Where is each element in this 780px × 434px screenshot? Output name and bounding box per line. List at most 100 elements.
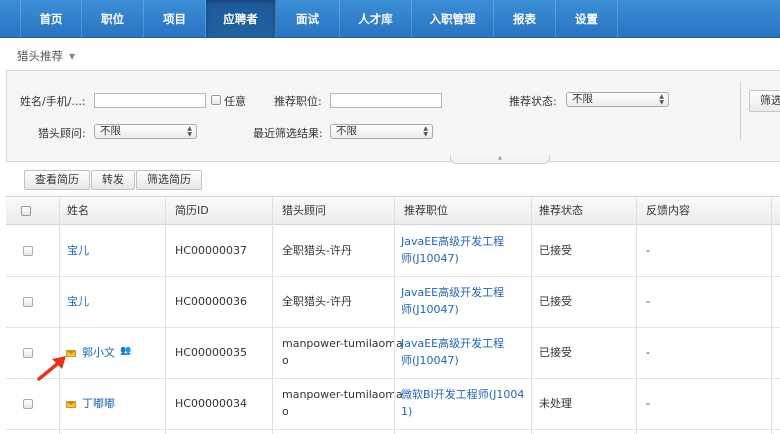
column-divider [272, 196, 273, 434]
col-name[interactable]: 姓名 [67, 197, 89, 224]
col-feedback[interactable]: 反馈内容 [646, 197, 690, 224]
any-checkbox-label: 任意 [224, 95, 246, 108]
breadcrumb[interactable]: 猎头推荐 ▼ [17, 48, 75, 64]
advisor-name: manpower-tumilaoma o [282, 335, 403, 369]
column-divider [771, 196, 772, 434]
panel-divider [740, 82, 741, 140]
screen-resume-button[interactable]: 筛选简历 [136, 170, 202, 190]
advisor-name: 全职猎头-许丹 [282, 244, 352, 257]
screen-filter-value: 不限 [336, 125, 357, 137]
position-line2: 1) [401, 405, 413, 418]
feedback-text: - [646, 346, 650, 359]
nav-reports[interactable]: 报表 [494, 0, 556, 38]
position-line1: JavaEE高级开发工程 [401, 286, 505, 299]
advisor-line2: o [282, 354, 289, 367]
position-link[interactable]: JavaEE高级开发工程 师(J10047) [401, 233, 504, 267]
position-line1: JavaEE高级开发工程 [401, 337, 505, 350]
advisor-line1: manpower-tumilaoma [282, 337, 403, 350]
resume-id: HC00000037 [175, 244, 247, 257]
feedback-text: - [646, 397, 650, 410]
advisor-line2: o [282, 405, 289, 418]
caret-down-icon: ▼ [69, 52, 76, 61]
any-checkbox[interactable] [211, 95, 221, 105]
top-nav: 首页 职位 项目 应聘者 面试 人才库 入职管理 报表 设置 [0, 0, 780, 38]
nav-settings[interactable]: 设置 [556, 0, 618, 38]
status-text: 未处理 [539, 397, 572, 410]
nav-talent-pool[interactable]: 人才库 [340, 0, 412, 38]
filter-panel [6, 70, 780, 162]
applicant-name[interactable]: 丁嘟嘟 [82, 395, 115, 412]
table-row[interactable]: 宝儿 HC00000036 全职猎头-许丹 JavaEE高级开发工程 师(J100… [6, 277, 780, 328]
advisor-filter-value: 不限 [100, 125, 121, 137]
nav-positions[interactable]: 职位 [82, 0, 144, 38]
advisor-filter-label: 猎头顾问: [38, 127, 86, 140]
status-text: 已接受 [539, 346, 572, 359]
col-resume-id[interactable]: 简历ID [175, 197, 209, 224]
select-arrows-icon: ▲ ▼ [423, 125, 428, 138]
position-line2: 师(J10047) [401, 354, 459, 367]
feedback-text: - [646, 295, 650, 308]
advisor-filter-select[interactable]: 不限 ▲ ▼ [94, 124, 197, 139]
advisor-name: 全职猎头-许丹 [282, 295, 352, 308]
col-advisor[interactable]: 猎头顾问 [282, 197, 326, 224]
status-filter-label: 推荐状态: [509, 95, 557, 108]
advisor-name: manpower-tumilaoma o [282, 386, 403, 420]
position-line1: 微软BI开发工程师(J1004 [401, 388, 525, 401]
column-divider [59, 196, 60, 434]
screen-filter-label: 最近筛选结果: [253, 127, 323, 140]
position-link[interactable]: JavaEE高级开发工程 师(J10047) [401, 284, 504, 318]
resume-id: HC00000034 [175, 397, 247, 410]
feedback-text: - [646, 244, 650, 257]
table-row[interactable]: 郭小文 👥 HC00000035 manpower-tumilaoma o Jav… [6, 328, 780, 379]
status-filter-value: 不限 [572, 93, 593, 105]
nav-applicants[interactable]: 应聘者 [206, 0, 276, 38]
name-filter-label: 姓名/手机/...: [20, 95, 86, 108]
table-header: 姓名 简历ID 猎头顾问 推荐职位 推荐状态 反馈内容 [6, 196, 780, 225]
page-title: 猎头推荐 [17, 49, 63, 63]
select-arrows-icon: ▲ ▼ [659, 93, 664, 106]
forward-button[interactable]: 转发 [91, 170, 135, 190]
resume-id: HC00000036 [175, 295, 247, 308]
nav-onboarding[interactable]: 入职管理 [412, 0, 494, 38]
collapse-handle[interactable]: ▲ [450, 155, 550, 164]
status-filter-select[interactable]: 不限 ▲ ▼ [566, 92, 669, 107]
applicant-name[interactable]: 宝儿 [67, 293, 89, 310]
position-line1: JavaEE高级开发工程 [401, 235, 505, 248]
table-row[interactable]: 丁嘟嘟 HC00000034 manpower-tumilaoma o 微软BI开… [6, 379, 780, 430]
column-divider [636, 196, 637, 434]
position-filter-label: 推荐职位: [274, 95, 322, 108]
position-line2: 师(J10047) [401, 303, 459, 316]
applicant-name[interactable]: 宝儿 [67, 242, 89, 259]
screen-filter-select[interactable]: 不限 ▲ ▼ [330, 124, 433, 139]
resume-id: HC00000035 [175, 346, 247, 359]
row-checkbox[interactable] [23, 297, 33, 307]
status-text: 已接受 [539, 244, 572, 257]
position-link[interactable]: JavaEE高级开发工程 师(J10047) [401, 335, 504, 369]
select-arrows-icon: ▲ ▼ [187, 125, 192, 138]
select-all-checkbox[interactable] [21, 206, 31, 216]
nav-projects[interactable]: 项目 [144, 0, 206, 38]
position-filter-input[interactable] [330, 93, 442, 108]
column-divider [394, 196, 395, 434]
people-icon: 👥 [120, 346, 132, 356]
row-checkbox[interactable] [23, 399, 33, 409]
view-resume-button[interactable]: 查看简历 [24, 170, 90, 190]
applicant-name[interactable]: 郭小文 [82, 344, 115, 361]
col-status[interactable]: 推荐状态 [539, 197, 583, 224]
name-filter-input[interactable] [94, 93, 206, 108]
nav-home[interactable]: 首页 [20, 0, 82, 38]
collapse-icon: ▲ [498, 155, 502, 161]
annotation-arrow-icon [37, 356, 66, 381]
status-text: 已接受 [539, 295, 572, 308]
position-line2: 师(J10047) [401, 252, 459, 265]
column-divider [531, 196, 532, 434]
filter-button[interactable]: 筛选 [749, 90, 780, 112]
row-checkbox[interactable] [23, 246, 33, 256]
mail-icon[interactable] [66, 401, 76, 408]
table-row[interactable]: 宝儿 HC00000037 全职猎头-许丹 JavaEE高级开发工程 师(J100… [6, 226, 780, 277]
position-link[interactable]: 微软BI开发工程师(J1004 1) [401, 386, 524, 420]
col-position[interactable]: 推荐职位 [404, 197, 448, 224]
nav-interview[interactable]: 面试 [276, 0, 340, 38]
column-divider [165, 196, 166, 434]
row-checkbox[interactable] [23, 348, 33, 358]
